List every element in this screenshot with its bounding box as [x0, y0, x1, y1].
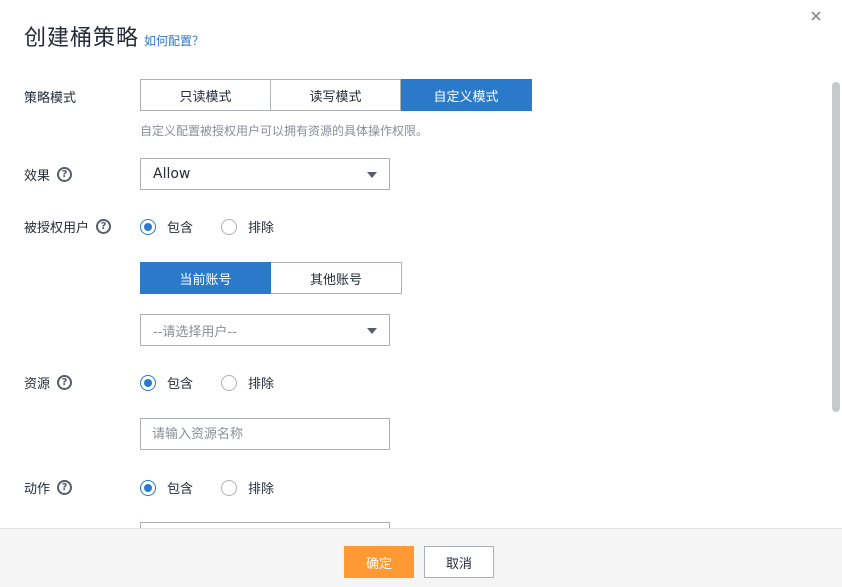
principal-include-radio[interactable]: 包含: [140, 217, 193, 236]
radio-label: 包含: [167, 482, 194, 497]
mode-read-write-button[interactable]: 读写模式: [271, 79, 401, 111]
radio-unchecked-icon: [221, 374, 238, 391]
mode-custom-button[interactable]: 自定义模式: [401, 79, 532, 111]
action-include-radio[interactable]: 包含: [140, 478, 193, 497]
action-radio-group: 包含 排除: [140, 478, 302, 497]
radio-checked-icon: [140, 218, 156, 235]
radio-label: 排除: [248, 221, 275, 236]
chevron-down-icon: [367, 328, 377, 334]
principal-radio-group: 包含 排除: [140, 217, 302, 236]
radio-label: 包含: [167, 377, 194, 392]
resource-label-text: 资源: [24, 377, 51, 392]
radio-label: 排除: [248, 377, 275, 392]
confirm-button[interactable]: 确定: [344, 546, 414, 578]
dialog-footer: 确定 取消: [0, 528, 842, 587]
user-select[interactable]: --请选择用户--: [140, 314, 390, 346]
action-label: 动作 ?: [24, 478, 73, 497]
resource-label: 资源 ?: [24, 373, 73, 392]
radio-label: 排除: [248, 482, 275, 497]
chevron-down-icon: [367, 172, 377, 178]
dialog-body: 策略模式 只读模式 读写模式 自定义模式 自定义配置被授权用户可以拥有资源的具体…: [0, 70, 830, 528]
mode-read-only-button[interactable]: 只读模式: [140, 79, 271, 111]
effect-select[interactable]: Allow: [140, 158, 390, 190]
effect-select-value: Allow: [153, 166, 191, 182]
policy-mode-label: 策略模式: [24, 91, 77, 106]
policy-mode-segmented: 只读模式 读写模式 自定义模式: [140, 79, 532, 111]
policy-mode-hint: 自定义配置被授权用户可以拥有资源的具体操作权限。: [140, 124, 429, 138]
action-exclude-radio[interactable]: 排除: [221, 478, 274, 497]
scrollbar-thumb[interactable]: [832, 82, 840, 412]
tab-other-account[interactable]: 其他账号: [271, 262, 402, 294]
radio-checked-icon: [140, 479, 156, 496]
effect-label-text: 效果: [24, 169, 51, 184]
account-tabs: 当前账号 其他账号: [140, 262, 402, 294]
create-bucket-policy-dialog: 创建桶策略 如何配置？ 策略模式 只读模式 读写模式 自定义模式 自定义配置被授…: [0, 0, 842, 587]
resource-radio-group: 包含 排除: [140, 373, 302, 392]
tab-current-account[interactable]: 当前账号: [140, 262, 271, 294]
principal-label: 被授权用户 ?: [24, 217, 112, 236]
resource-name-input[interactable]: [140, 418, 390, 450]
principal-exclude-radio[interactable]: 排除: [221, 217, 274, 236]
action-label-text: 动作: [24, 482, 51, 497]
close-icon[interactable]: [808, 8, 824, 24]
radio-label: 包含: [167, 221, 194, 236]
cancel-button[interactable]: 取消: [424, 546, 494, 578]
question-icon[interactable]: ?: [57, 375, 73, 390]
resource-exclude-radio[interactable]: 排除: [221, 373, 274, 392]
radio-checked-icon: [140, 374, 156, 391]
question-icon[interactable]: ?: [96, 219, 112, 234]
question-icon[interactable]: ?: [57, 480, 73, 495]
question-icon[interactable]: ?: [57, 167, 73, 182]
user-select-placeholder: --请选择用户--: [153, 324, 237, 340]
resource-include-radio[interactable]: 包含: [140, 373, 193, 392]
dialog-title: 创建桶策略: [24, 26, 140, 51]
how-to-configure-link[interactable]: 如何配置？: [144, 32, 204, 49]
dialog-header: 创建桶策略 如何配置？: [24, 20, 204, 52]
principal-label-text: 被授权用户: [24, 221, 90, 236]
radio-unchecked-icon: [221, 479, 238, 496]
radio-unchecked-icon: [221, 218, 238, 235]
effect-label: 效果 ?: [24, 165, 73, 184]
